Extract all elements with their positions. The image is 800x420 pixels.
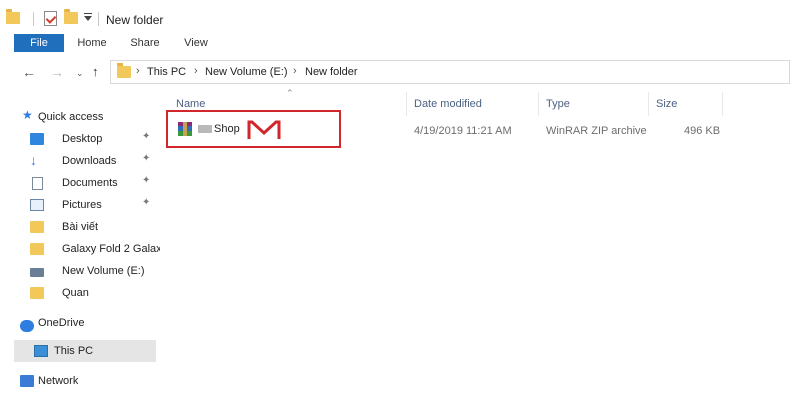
folder-icon [30,243,44,255]
desktop-icon [30,133,44,145]
breadcrumb-this-pc[interactable]: This PC [147,66,186,78]
new-folder-icon[interactable] [64,9,78,24]
column-header-name[interactable]: Name [176,98,205,110]
chevron-right-icon[interactable]: › [293,65,297,77]
file-date-modified: 4/19/2019 11:21 AM [414,125,512,137]
sidebar-item-bai-viet[interactable]: Bài viết [30,216,172,238]
up-icon[interactable]: ↑ [92,64,99,79]
chevron-right-icon[interactable]: › [194,65,198,77]
sidebar-item-label: Galaxy Fold 2 Galax [62,243,160,255]
network-icon [20,375,34,387]
sidebar-item-desktop[interactable]: Desktop ✦ [30,128,172,150]
breadcrumb-new-volume[interactable]: New Volume (E:) [205,66,288,78]
sidebar-item-onedrive[interactable]: OneDrive [20,312,162,334]
star-icon: ★ [22,108,33,122]
pin-icon[interactable]: ✦ [142,197,150,208]
file-size: 496 KB [684,125,721,137]
sidebar-item-label: Pictures [62,199,102,211]
pin-icon[interactable]: ✦ [142,175,150,186]
pin-icon[interactable]: ✦ [142,153,150,164]
sidebar-item-label: Network [38,375,79,387]
separator [33,12,34,26]
highlight-box [166,110,341,148]
navigation-pane: ★ Quick access Desktop ✦ ↓ Downloads ✦ D… [0,96,160,420]
cloud-icon [20,320,34,332]
documents-icon [32,177,43,190]
folder-icon [117,63,131,78]
column-header-date[interactable]: Date modified [414,98,482,110]
sidebar-item-downloads[interactable]: ↓ Downloads ✦ [30,150,172,172]
file-type: WinRAR ZIP archive [546,125,647,137]
sidebar-item-documents[interactable]: Documents ✦ [30,172,172,194]
pc-icon [34,345,48,357]
sidebar-item-label: Desktop [62,133,103,145]
tab-file[interactable]: File [14,34,64,52]
sidebar-item-label: Downloads [62,155,117,167]
sidebar-item-quan[interactable]: Quan [30,282,172,304]
back-icon[interactable]: ← [22,64,36,80]
breadcrumb-new-folder[interactable]: New folder [305,66,358,78]
folder-icon [30,287,44,299]
ribbon-tabs: File Home Share View [0,34,800,52]
sidebar-item-network[interactable]: Network [20,370,162,392]
recent-locations-icon[interactable]: ⌄ [76,68,84,79]
drive-icon [30,268,44,277]
sidebar-item-label: Quick access [38,111,104,123]
tab-view[interactable]: View [176,34,216,52]
customize-toolbar-icon[interactable] [84,13,92,21]
tab-home[interactable]: Home [72,34,112,52]
sidebar-item-label: OneDrive [38,317,85,329]
properties-icon[interactable] [44,11,57,26]
pin-icon[interactable]: ✦ [142,131,150,142]
window-title: New folder [106,13,164,27]
column-header-size[interactable]: Size [656,98,677,110]
column-header-type[interactable]: Type [546,98,570,110]
sidebar-item-label: New Volume (E:) [62,265,145,277]
chevron-right-icon[interactable]: › [136,65,140,77]
sidebar-item-quick-access[interactable]: ★ Quick access [22,106,164,128]
sidebar-item-label: This PC [54,345,94,357]
sort-ascending-icon: ⌃ [286,88,294,98]
title-bar: New folder [0,0,800,34]
sidebar-item-label: Bài viết [62,221,99,233]
sidebar-item-label: Quan [62,287,89,299]
sidebar-item-pictures[interactable]: Pictures ✦ [30,194,172,216]
download-icon: ↓ [30,152,37,168]
folder-icon [30,221,44,233]
separator [98,12,99,26]
pictures-icon [30,199,44,211]
address-bar[interactable]: › This PC › New Volume (E:) › New folder [110,60,790,84]
sidebar-item-galaxy-fold[interactable]: Galaxy Fold 2 Galax [30,238,160,260]
forward-icon[interactable]: → [50,64,64,80]
sidebar-item-label: Documents [62,177,118,189]
sidebar-item-new-volume[interactable]: New Volume (E:) [30,260,172,282]
tab-share[interactable]: Share [124,34,166,52]
folder-icon [6,9,20,24]
sidebar-item-this-pc[interactable]: This PC [14,340,156,362]
